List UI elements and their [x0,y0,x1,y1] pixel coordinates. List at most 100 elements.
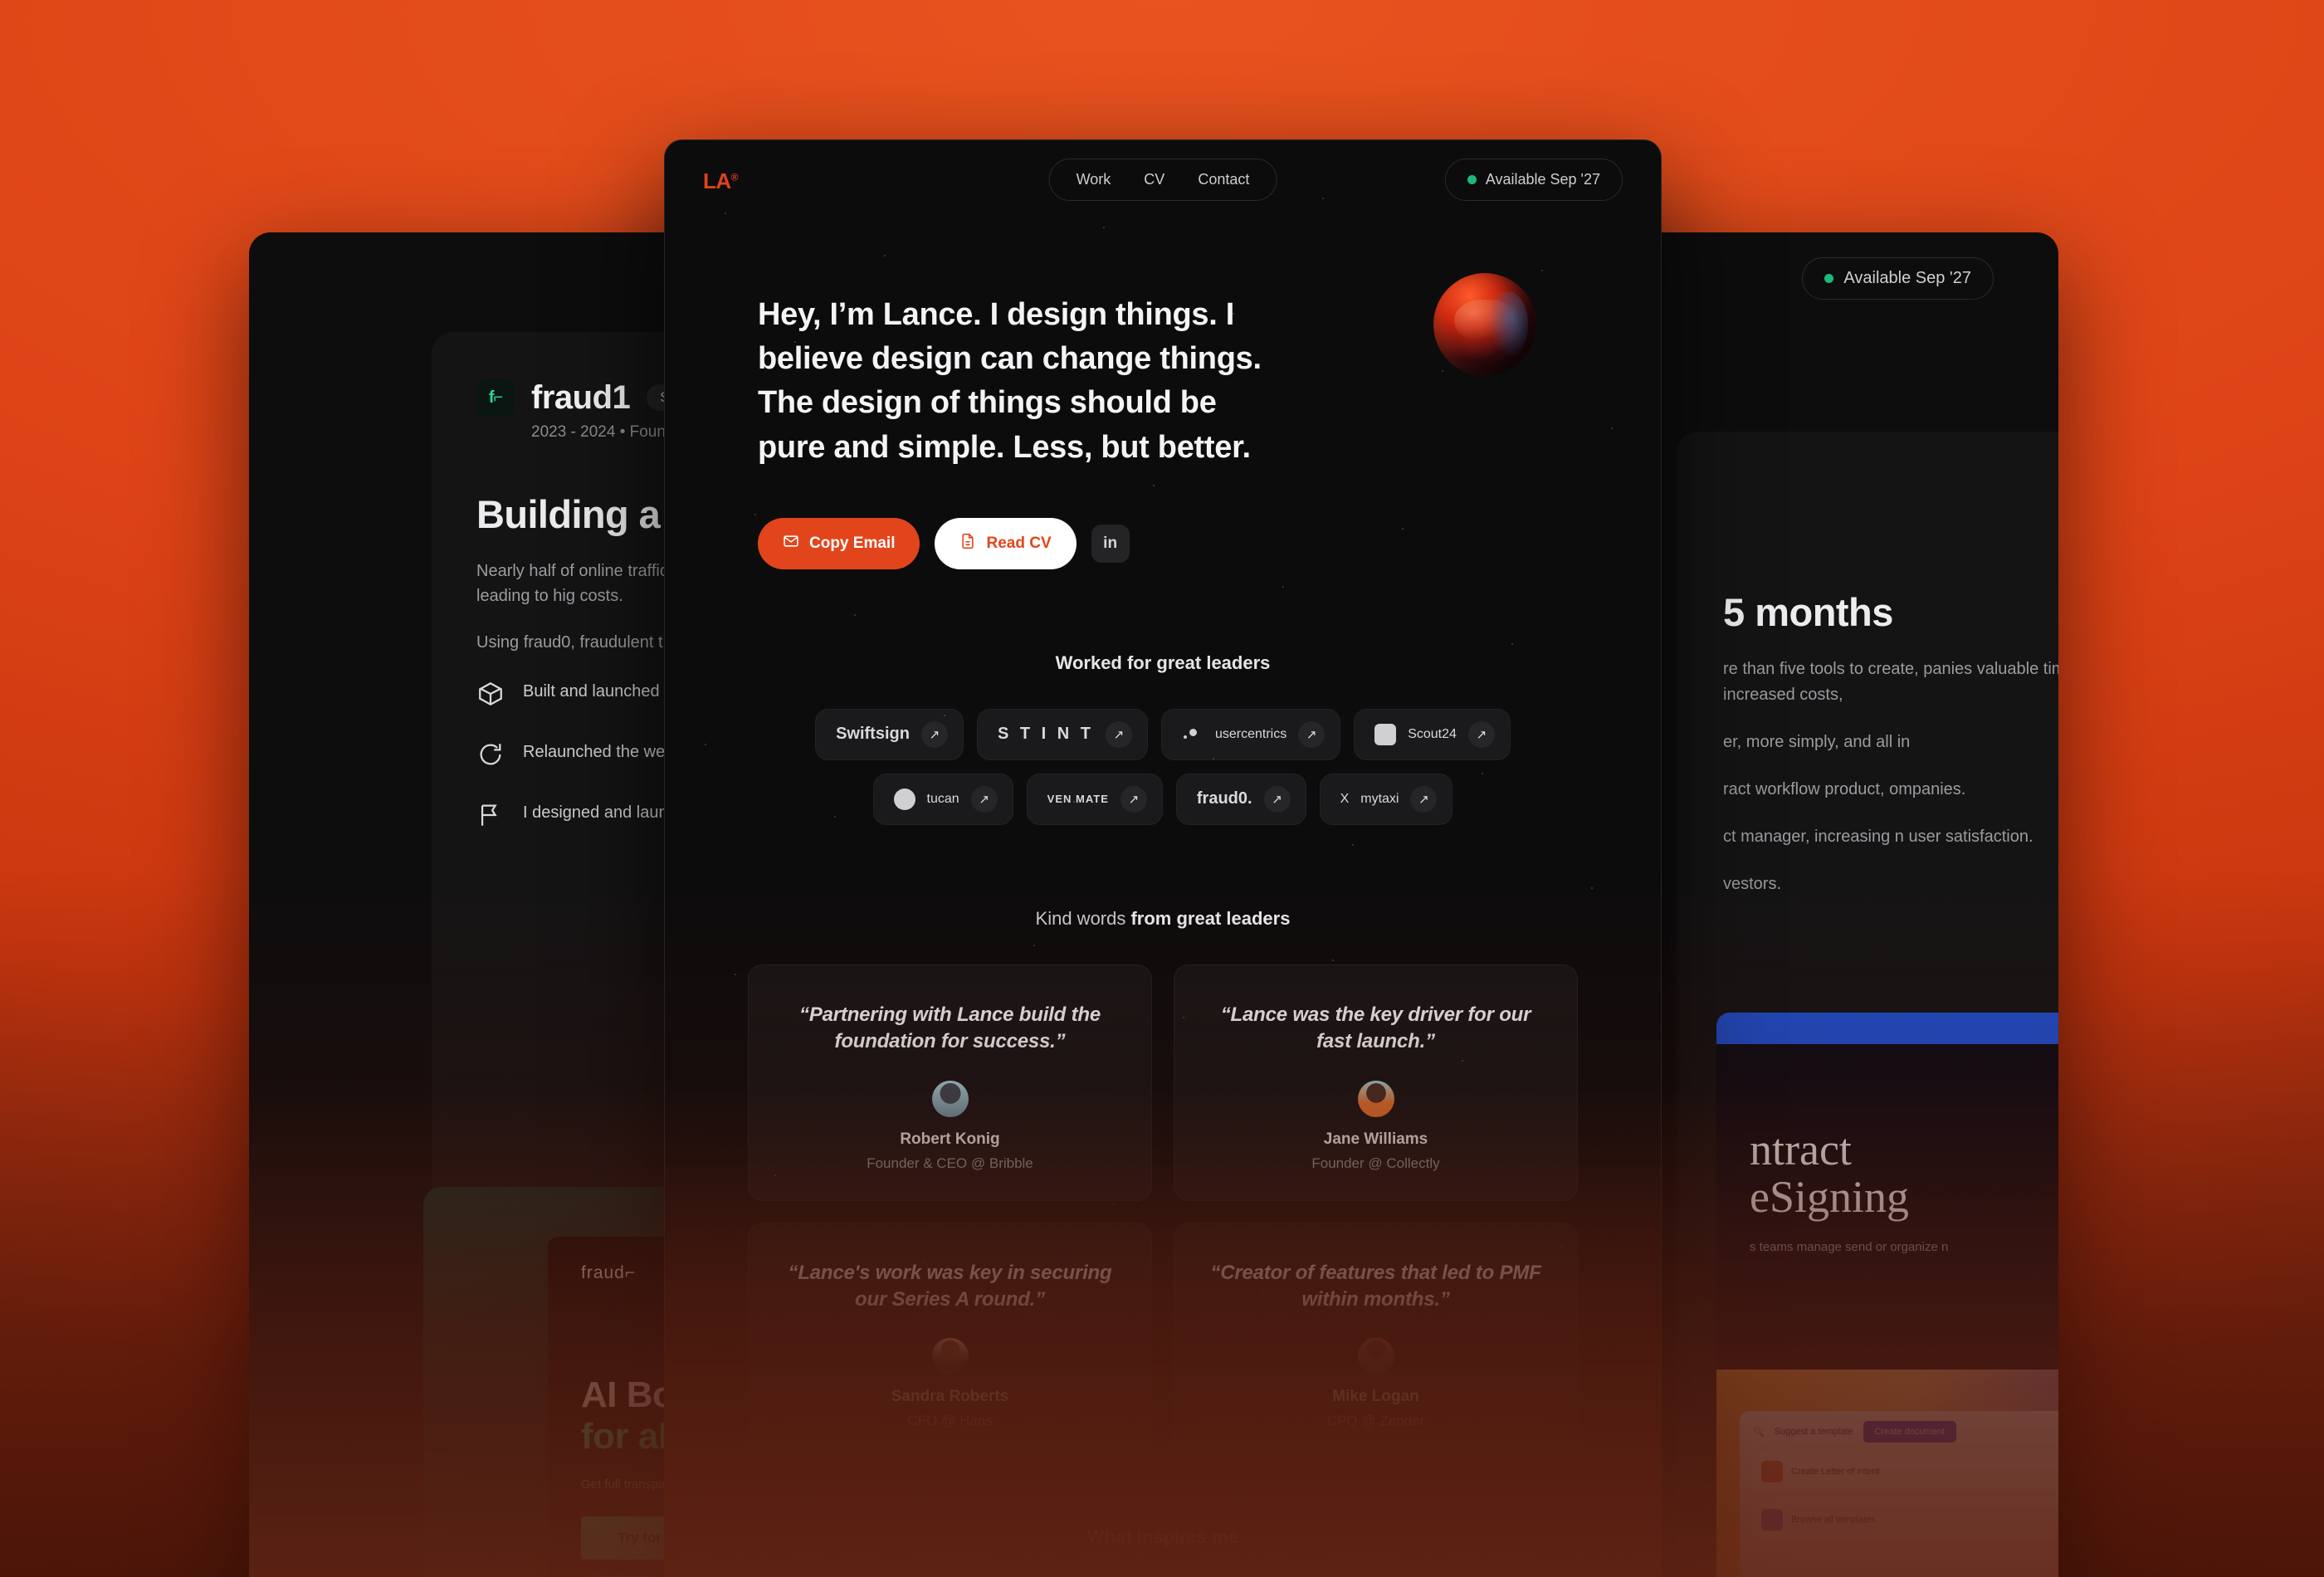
testimonial-quote: “Partnering with Lance build the foundat… [799,1003,1101,1053]
client-logo-label: S T I N T [997,725,1094,744]
copy-email-button[interactable]: Copy Email [758,517,920,569]
modal-header: LA® Work CV Contact Available Sep '27 [665,140,1661,222]
right-screenshot-headline: ntract eSigning [1750,1126,2058,1220]
client-logo-prefix: X [1340,791,1350,806]
testimonial-quote: “Lance was the key driver for our fast l… [1220,1003,1531,1053]
availability-badge[interactable]: Available Sep '27 [1444,159,1623,201]
testimonial-role: Founder @ Collectly [1311,1155,1440,1171]
client-logo-venmate[interactable]: VEN MATE ↗ [1026,773,1163,825]
status-dot-icon [1467,175,1477,184]
right-project-paragraph-4: ct manager, increasing n user satisfacti… [1723,828,2034,846]
avatar [1433,273,1536,376]
testimonial-quote: “Creator of features that led to PMF wit… [1210,1261,1541,1311]
client-logo-fraud0[interactable]: fraud0. ↗ [1175,773,1306,825]
testimonial-role: Founder & CEO @ Bribble [867,1155,1033,1171]
arrow-up-right-icon: ↗ [1298,720,1326,748]
client-logo-label: Swiftsign [836,725,910,744]
tucan-mark-icon [893,788,915,810]
project-name: fraud1 [531,378,631,416]
right-project-paragraph-1: re than five tools to create, panies val… [1723,660,2058,704]
avatar [931,1338,969,1375]
read-cv-button[interactable]: Read CV [935,517,1077,569]
testimonials-heading: Kind words from great leaders [665,908,1661,930]
testimonial-role: CPO @ Zender [1326,1413,1425,1429]
testimonial-card: “Lance's work was key in securing our Se… [748,1222,1152,1459]
hero-headline: Hey, I’m Lance. I design things. I belie… [758,297,1262,465]
testimonial-name: Jane Williams [1323,1130,1428,1148]
client-logo-tucan[interactable]: tucan ↗ [872,773,1013,825]
nav-item-work[interactable]: Work [1077,171,1111,188]
refresh-icon [476,740,505,776]
testimonial-name: Sandra Roberts [891,1388,1009,1406]
testimonials-heading-bold: from great leaders [1130,907,1291,929]
hero-actions: Copy Email Read CV in [758,517,1568,569]
clients-heading: Worked for great leaders [1055,652,1271,673]
testimonial-role: CFO @ Hans [907,1413,993,1429]
client-logo-swiftsign[interactable]: Swiftsign ↗ [815,708,964,760]
testimonial-card: “Partnering with Lance build the foundat… [748,964,1152,1201]
nav-item-cv[interactable]: CV [1144,171,1164,188]
testimonials-heading-light: Kind words [1035,907,1131,929]
avatar [931,1080,969,1117]
avatar [1357,1338,1394,1375]
avatar [1357,1080,1394,1117]
testimonial-card: “Creator of features that led to PMF wit… [1174,1222,1578,1459]
arrow-up-right-icon: ↗ [970,785,998,813]
arrow-up-right-icon: ↗ [1120,785,1147,813]
right-screenshot-nav: Changelog Blog [1716,1044,2058,1077]
screenshot-browser-mock: 🔍 Suggest a template Create document Cre… [1740,1411,2058,1577]
screenshot-topbar [1716,1013,2058,1044]
hero-section: Hey, I’m Lance. I design things. I belie… [665,222,1661,569]
portfolio-modal: LA® Work CV Contact Available Sep '27 He… [664,139,1662,1577]
browser-toolbar: 🔍 Suggest a template Create document [1753,1421,2058,1443]
right-project-paragraph-2: er, more simply, and all in [1723,733,1911,751]
linkedin-icon[interactable]: in [1091,524,1130,563]
testimonial-quote: “Lance's work was key in securing our Se… [788,1261,1112,1311]
client-logo-label: tucan [926,791,959,806]
browser-item-label: Browse all templates [1791,1515,1876,1525]
nav-item-contact[interactable]: Contact [1198,171,1249,188]
client-logo-grid: Swiftsign ↗ S T I N T ↗ usercentrics ↗ S… [665,708,1661,825]
search-icon: 🔍 [1753,1427,1765,1438]
testimonial-grid: “Partnering with Lance build the foundat… [665,964,1661,1459]
fraud1-logo-icon: f⌐ [476,378,515,417]
background-right-project-card[interactable]: ↗ 5 months re than five tools to create,… [1677,432,2058,1577]
orange-backdrop: Available Sep '27 f⌐ fraud1 Series A 202… [0,0,2324,1577]
arrow-up-right-icon: ↗ [920,720,948,748]
screenshot-gradient-panel: 🔍 Suggest a template Create document Cre… [1716,1370,2058,1577]
document-icon [1761,1461,1783,1482]
brand-logo-text: LA [703,168,731,193]
box-icon [476,680,505,715]
primary-nav: Work CV Contact [1048,159,1277,201]
client-logo-label: Scout24 [1408,726,1457,741]
suggest-template-label: Suggest a template [1774,1427,1853,1437]
arrow-up-right-icon: ↗ [1105,720,1132,748]
right-project-paragraph-3: ract workflow product, ompanies. [1723,780,1966,798]
browser-list-item: Create Letter of intent [1753,1452,2058,1491]
client-logo-autoscout24[interactable]: Scout24 ↗ [1354,708,1511,760]
create-document-button: Create document [1863,1421,1956,1443]
browser-item-label: Create Letter of intent [1791,1467,1880,1477]
client-logo-label: usercentrics [1214,726,1287,741]
autoscout-mark-icon [1374,723,1397,745]
screenshot-brand: fraud⌐ [581,1263,637,1282]
folder-icon [1761,1509,1783,1531]
avatar-blue-glow [1487,291,1529,358]
right-headline-line1: ntract [1750,1125,1852,1174]
client-logo-mytaxi[interactable]: X mytaxi ↗ [1319,773,1453,825]
testimonial-name: Mike Logan [1332,1388,1419,1406]
arrow-up-right-icon: ↗ [1263,785,1291,813]
testimonial-name: Robert Konig [900,1130,1000,1148]
client-logo-label: VEN MATE [1047,793,1109,806]
brand-logo[interactable]: LA® [703,168,739,194]
background-availability-badge[interactable]: Available Sep '27 [1802,257,1994,300]
right-headline-line2: eSigning [1750,1171,1910,1222]
brand-registered-icon: ® [730,171,739,183]
client-logo-usercentrics[interactable]: usercentrics ↗ [1160,708,1341,760]
copy-email-label: Copy Email [809,534,896,552]
client-logo-stint[interactable]: S T I N T ↗ [976,708,1148,760]
inspires-heading: What inspires me [1086,1526,1239,1548]
browser-list-item: Browse all templates [1753,1501,2058,1539]
client-logo-label: fraud0. [1196,789,1252,808]
flag-icon [476,801,505,837]
